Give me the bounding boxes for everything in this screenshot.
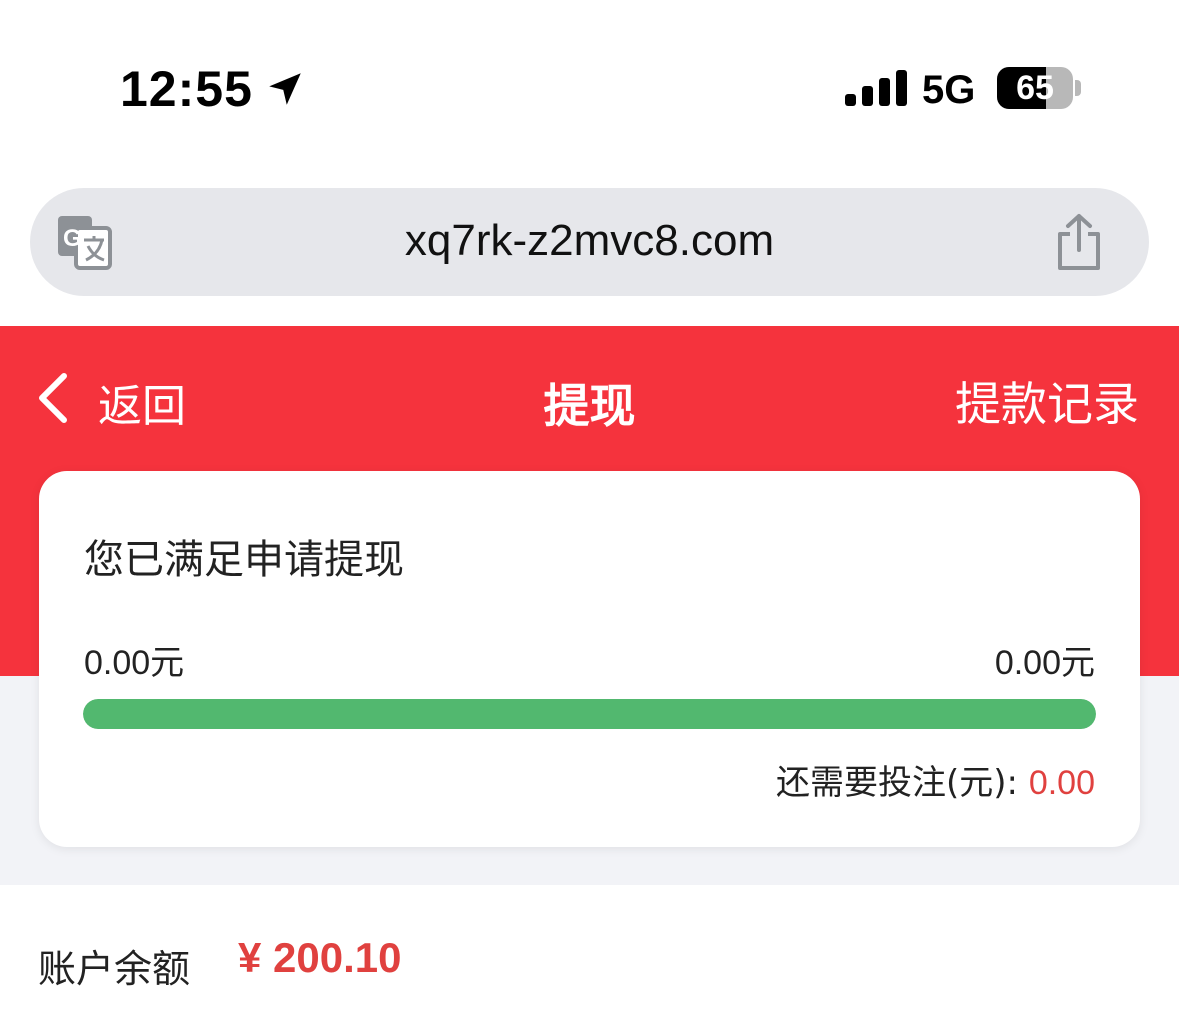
battery-label: 65	[1016, 69, 1054, 107]
battery-cap	[1075, 80, 1081, 96]
battery-indicator: 65	[997, 67, 1073, 109]
status-time: 12:55	[120, 61, 253, 117]
remaining-bet-label: 还需要投注(元):	[776, 763, 1018, 803]
target-amount: 0.00元	[994, 644, 1095, 682]
withdrawal-records-link[interactable]: 提款记录	[955, 368, 1139, 434]
balance-value: ¥ 200.10	[238, 934, 402, 981]
address-bar[interactable]: G xq7rk-z2mvc8.com	[30, 188, 1149, 296]
card-title: 您已满足申请提现	[84, 537, 404, 583]
remaining-bet-value: 0.00	[1028, 764, 1095, 802]
remaining-bet-row: 还需要投注(元): 0.00	[776, 755, 1095, 804]
location-arrow-icon	[269, 73, 301, 105]
progress-bar	[83, 699, 1096, 729]
withdraw-progress-card: 您已满足申请提现 0.00元 0.00元 还需要投注(元): 0.00	[39, 471, 1140, 847]
share-icon[interactable]	[1052, 212, 1106, 272]
url-text[interactable]: xq7rk-z2mvc8.com	[30, 216, 1149, 266]
network-label: 5G	[922, 68, 976, 112]
signal-icon	[845, 70, 907, 106]
current-amount: 0.00元	[84, 644, 185, 682]
status-bar: 12:55 5G 65	[0, 0, 1179, 160]
progress-fill	[83, 699, 1096, 729]
balance-label: 账户余额	[38, 947, 191, 991]
